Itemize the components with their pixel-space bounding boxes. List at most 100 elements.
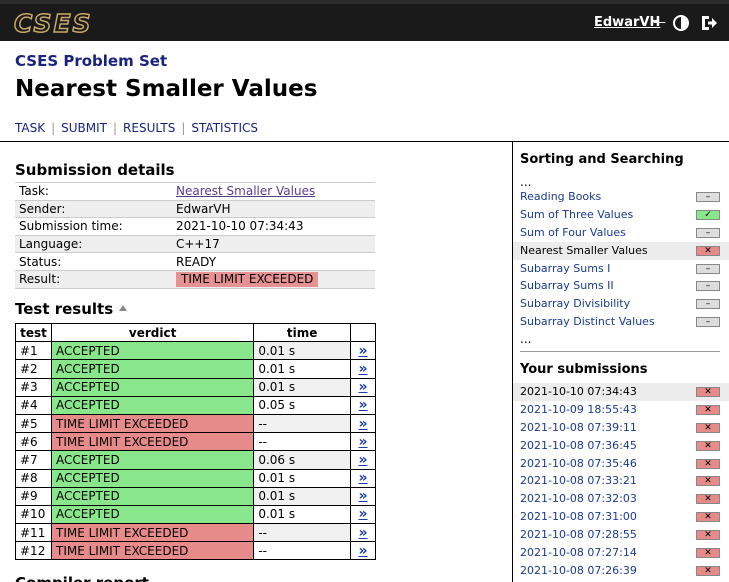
submission-item[interactable]: 2021-10-08 07:39:11 ✕ bbox=[513, 419, 729, 437]
problem-link[interactable]: Sum of Three Values bbox=[520, 208, 633, 221]
sidebar-problem-item[interactable]: Sum of Four Values – bbox=[513, 224, 729, 242]
submission-link[interactable]: 2021-10-09 18:55:43 bbox=[520, 403, 637, 416]
problem-link[interactable]: Subarray Divisibility bbox=[520, 297, 630, 310]
problem-link[interactable]: Sum of Four Values bbox=[520, 226, 626, 239]
view-test-link-icon[interactable]: » bbox=[358, 525, 367, 541]
problem-link[interactable]: Subarray Sums II bbox=[520, 279, 614, 292]
tab-submit[interactable]: SUBMIT bbox=[61, 121, 107, 135]
view-test-link-icon[interactable]: » bbox=[358, 416, 367, 432]
sidebar-problem-item[interactable]: Reading Books – bbox=[513, 188, 729, 206]
submission-link[interactable]: 2021-10-08 07:33:21 bbox=[520, 474, 637, 487]
test-time: 0.01 s bbox=[253, 468, 352, 488]
problem-link[interactable]: Subarray Distinct Values bbox=[520, 315, 655, 328]
view-test-link-icon[interactable]: » bbox=[358, 543, 367, 559]
test-results-heading: Test results bbox=[15, 300, 114, 318]
submission-link[interactable]: 2021-10-08 07:28:55 bbox=[520, 528, 637, 541]
submission-link[interactable]: 2021-10-08 07:36:45 bbox=[520, 439, 637, 452]
submission-item[interactable]: 2021-10-08 07:35:46 ✕ bbox=[513, 455, 729, 473]
test-details-cell: » bbox=[350, 504, 376, 525]
submission-link[interactable]: 2021-10-08 07:35:46 bbox=[520, 457, 637, 470]
detail-key: Task: bbox=[15, 182, 172, 201]
test-verdict: TIME LIMIT EXCEEDED bbox=[50, 523, 255, 543]
sidebar-problem-item[interactable]: Subarray Distinct Values – bbox=[513, 313, 729, 331]
submission-item[interactable]: 2021-10-08 07:31:00 ✕ bbox=[513, 508, 729, 526]
view-test-link-icon[interactable]: » bbox=[358, 434, 367, 450]
submission-link[interactable]: 2021-10-08 07:26:39 bbox=[520, 564, 637, 577]
tab-statistics[interactable]: STATISTICS bbox=[191, 121, 258, 135]
page-title: Nearest Smaller Values bbox=[15, 76, 318, 102]
task-link[interactable]: Nearest Smaller Values bbox=[176, 184, 315, 198]
test-verdict: ACCEPTED bbox=[50, 468, 255, 488]
submission-link[interactable]: 2021-10-08 07:31:00 bbox=[520, 510, 637, 523]
cross-icon: ✕ bbox=[696, 458, 720, 469]
problem-set-link[interactable]: CSES Problem Set bbox=[15, 52, 167, 70]
submission-item[interactable]: 2021-10-08 07:28:55 ✕ bbox=[513, 526, 729, 544]
submission-item[interactable]: 2021-10-08 07:33:21 ✕ bbox=[513, 472, 729, 490]
detail-row-status: Status: READY bbox=[15, 252, 375, 271]
column-header-time: time bbox=[253, 322, 352, 343]
detail-row-result: Result: TIME LIMIT EXCEEDED bbox=[15, 269, 375, 289]
view-test-link-icon[interactable]: » bbox=[358, 452, 367, 468]
test-details-cell: » bbox=[350, 486, 376, 506]
cross-icon: ✕ bbox=[696, 494, 720, 505]
test-row: #7 ACCEPTED 0.06 s » bbox=[15, 450, 376, 470]
test-verdict: TIME LIMIT EXCEEDED bbox=[50, 541, 255, 561]
submission-item[interactable]: 2021-10-08 07:26:39 ✕ bbox=[513, 562, 729, 580]
problem-link[interactable]: Reading Books bbox=[520, 190, 601, 203]
test-row: #8 ACCEPTED 0.01 s » bbox=[15, 468, 376, 488]
submission-item[interactable]: 2021-10-08 07:32:03 ✕ bbox=[513, 490, 729, 508]
submission-item[interactable]: 2021-10-09 18:55:43 ✕ bbox=[513, 401, 729, 419]
submission-item[interactable]: 2021-10-08 07:27:14 ✕ bbox=[513, 544, 729, 562]
detail-key: Result: bbox=[15, 269, 172, 289]
sidebar-problem-item[interactable]: Subarray Divisibility – bbox=[513, 295, 729, 313]
dash-icon: – bbox=[696, 227, 720, 238]
cross-icon: ✕ bbox=[696, 512, 720, 523]
test-verdict: ACCEPTED bbox=[50, 359, 255, 379]
sidebar-problem-item[interactable]: Sum of Three Values ✓ bbox=[513, 206, 729, 224]
username-link[interactable]: EdwarVH bbox=[594, 15, 660, 31]
tab-results[interactable]: RESULTS bbox=[123, 121, 175, 135]
view-test-link-icon[interactable]: » bbox=[358, 488, 367, 504]
submission-item[interactable]: 2021-10-08 07:36:45 ✕ bbox=[513, 437, 729, 455]
sidebar-problem-item[interactable]: Nearest Smaller Values ✕ bbox=[513, 241, 729, 260]
column-header-test: test bbox=[15, 322, 52, 343]
sidebar-problem-item[interactable]: Subarray Sums II – bbox=[513, 277, 729, 295]
test-row: #5 TIME LIMIT EXCEEDED -- » bbox=[15, 413, 376, 434]
view-test-link-icon[interactable]: » bbox=[358, 470, 367, 486]
submission-link[interactable]: 2021-10-08 07:27:14 bbox=[520, 546, 637, 559]
cses-logo[interactable]: CSES bbox=[13, 10, 93, 38]
test-time: 0.01 s bbox=[253, 504, 352, 525]
half-circle-icon[interactable] bbox=[673, 15, 689, 31]
test-number: #8 bbox=[15, 468, 52, 488]
submission-list: 2021-10-10 07:34:43 ✕ 2021-10-09 18:55:43 ✕… bbox=[513, 383, 729, 580]
test-number: #6 bbox=[15, 432, 52, 452]
view-test-link-icon[interactable]: » bbox=[358, 397, 367, 413]
problem-link[interactable]: Nearest Smaller Values bbox=[520, 244, 648, 257]
detail-value: TIME LIMIT EXCEEDED bbox=[172, 269, 375, 289]
logout-icon[interactable] bbox=[699, 13, 719, 33]
problem-link[interactable]: Subarray Sums I bbox=[520, 262, 610, 275]
submission-item[interactable]: 2021-10-10 07:34:43 ✕ bbox=[513, 383, 729, 401]
submission-details-table: Task: Nearest Smaller Values Sender: Edw… bbox=[15, 182, 375, 289]
tab-divider: | bbox=[51, 121, 56, 135]
tab-task[interactable]: TASK bbox=[15, 121, 45, 135]
test-time: 0.01 s bbox=[253, 341, 352, 361]
detail-value: Nearest Smaller Values bbox=[172, 182, 375, 201]
table-header-row: test verdict time bbox=[15, 322, 376, 343]
test-number: #2 bbox=[15, 359, 52, 379]
view-test-link-icon[interactable]: » bbox=[358, 361, 367, 377]
submission-link[interactable]: 2021-10-08 07:39:11 bbox=[520, 421, 637, 434]
detail-value: C++17 bbox=[172, 234, 375, 254]
submission-link[interactable]: 2021-10-10 07:34:43 bbox=[520, 385, 637, 398]
sidebar-problem-item[interactable]: Subarray Sums I – bbox=[513, 260, 729, 278]
detail-value: EdwarVH bbox=[172, 199, 375, 219]
detail-value: 2021-10-10 07:34:43 bbox=[172, 217, 375, 236]
collapse-arrow-icon[interactable] bbox=[119, 305, 128, 311]
view-test-link-icon[interactable]: » bbox=[358, 506, 367, 522]
test-row: #12 TIME LIMIT EXCEEDED -- » bbox=[15, 541, 376, 561]
test-number: #11 bbox=[15, 523, 52, 543]
view-test-link-icon[interactable]: » bbox=[358, 379, 367, 395]
submission-link[interactable]: 2021-10-08 07:32:03 bbox=[520, 492, 637, 505]
column-header-link bbox=[350, 322, 376, 343]
view-test-link-icon[interactable]: » bbox=[358, 343, 367, 359]
